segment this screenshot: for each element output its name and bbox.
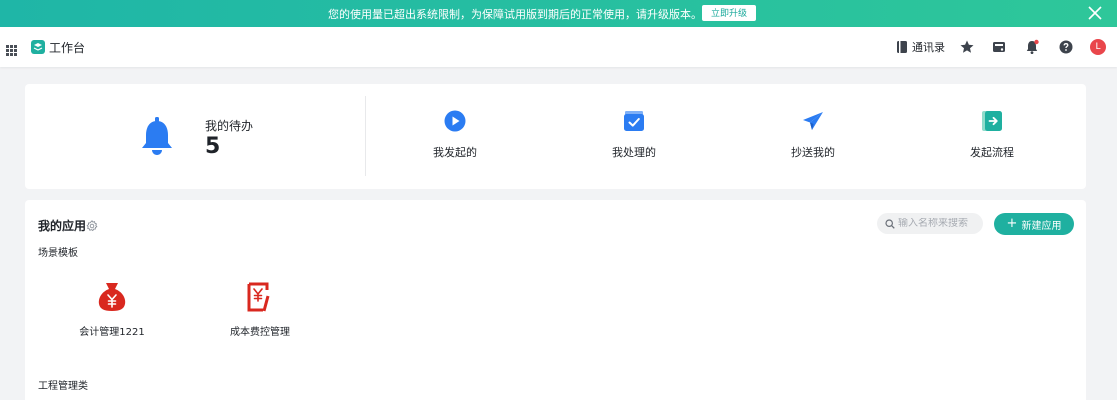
summary-card: 我的待办 5 我发起的 我处理的 抄送我的 发起流程 <box>25 84 1086 189</box>
section-title-templates: 场景模板 <box>38 248 78 259</box>
app-search[interactable] <box>877 213 983 234</box>
grid-icon[interactable] <box>6 41 17 56</box>
new-app-button[interactable]: + 新建应用 <box>994 213 1074 235</box>
app-title[interactable]: 工作台 <box>49 39 85 56</box>
logo-icon <box>31 39 45 54</box>
todo-count[interactable]: 5 <box>205 134 220 159</box>
new-app-label: 新建应用 <box>1021 220 1062 232</box>
contacts-label: 通讯录 <box>912 41 945 54</box>
upgrade-button[interactable]: 立即升级 <box>702 5 756 21</box>
search-icon <box>885 218 895 229</box>
inbox-icon[interactable] <box>991 39 1007 55</box>
money-bag-icon <box>98 283 126 311</box>
quick-action-cc[interactable]: 抄送我的 <box>763 110 863 160</box>
paper-plane-icon <box>803 112 823 130</box>
avatar[interactable]: L <box>1090 39 1106 55</box>
app-tile-accounting[interactable]: 会计管理1221 <box>57 282 167 338</box>
search-input[interactable] <box>898 218 980 229</box>
receipt-icon <box>247 282 270 312</box>
quick-action-label: 发起流程 <box>970 146 1014 159</box>
plus-icon: + <box>1006 216 1018 231</box>
quick-action-label: 抄送我的 <box>791 146 835 159</box>
check-box-icon <box>624 111 644 131</box>
start-flow-icon <box>982 111 1002 131</box>
quick-action-label: 我处理的 <box>612 146 656 159</box>
app-tile-label: 成本费控管理 <box>230 327 290 338</box>
banner-message: 您的使用量已超出系统限制，为保障试用版到期后的正常使用，请升级版本。 <box>328 8 702 21</box>
my-apps-title: 我的应用 <box>38 219 87 233</box>
quick-action-start-flow[interactable]: 发起流程 <box>942 110 1042 160</box>
star-icon[interactable] <box>959 39 975 55</box>
section-title-engineering: 工程管理类 <box>38 381 88 392</box>
bell-icon[interactable] <box>1024 39 1040 55</box>
app-tile-cost-control[interactable]: 成本费控管理 <box>205 282 315 338</box>
help-icon[interactable] <box>1058 39 1074 55</box>
play-icon <box>444 110 466 132</box>
top-navigation: 工作台 通讯录 L <box>0 27 1117 67</box>
my-apps-card: 我的应用 + 新建应用 场景模板 会计管理1221 成本费 <box>25 200 1086 400</box>
upgrade-banner: 您的使用量已超出系统限制，为保障试用版到期后的正常使用，请升级版本。 立即升级 <box>0 0 1117 27</box>
app-tile-label: 会计管理1221 <box>79 327 145 338</box>
quick-action-label: 我发起的 <box>433 146 477 159</box>
close-icon[interactable] <box>1085 3 1105 23</box>
todo-label[interactable]: 我的待办 <box>205 117 253 134</box>
quick-action-handled[interactable]: 我处理的 <box>584 110 684 160</box>
contacts-icon <box>897 41 907 53</box>
todo-bell-icon[interactable] <box>140 117 174 155</box>
gear-icon[interactable] <box>86 217 98 232</box>
contacts-link[interactable]: 通讯录 <box>897 39 945 55</box>
divider <box>365 96 366 176</box>
quick-action-initiated[interactable]: 我发起的 <box>405 110 505 160</box>
